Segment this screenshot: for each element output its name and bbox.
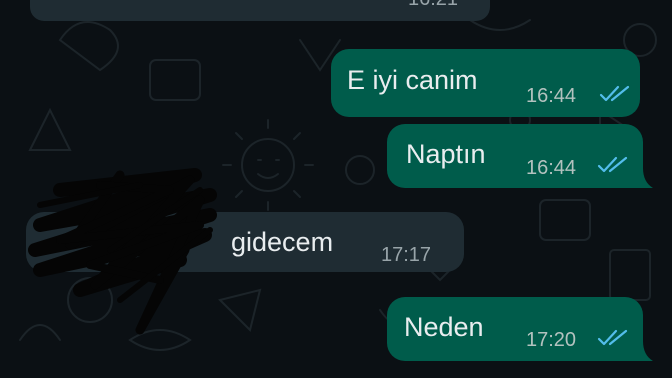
message-time: 17:20 [526,329,577,351]
double-check-icon [597,156,628,173]
double-check-icon [597,329,628,346]
message-bubble-outgoing[interactable]: E iyi canim 16:44 [331,49,640,117]
message-text: gidecem [231,227,334,257]
message-time: 16:44 [526,157,577,179]
message-time: 17:17 [381,244,432,266]
bubble-tail [640,168,653,188]
message-text: Naptın [406,139,486,169]
double-check-icon [599,85,630,102]
message-time: 16:44 [526,85,577,107]
message-bubble-incoming[interactable]: 16:21 [30,0,490,21]
message-bubble-outgoing[interactable]: Naptın 16:44 [387,124,643,188]
message-bubble-outgoing[interactable]: Neden 17:20 [387,297,643,361]
message-time: 16:21 [408,0,458,9]
message-text: Neden [404,312,484,342]
bubble-tail [640,341,653,361]
message-bubble-incoming[interactable]: gidecem 17:17 [26,212,464,272]
message-text: E iyi canim [347,65,478,95]
